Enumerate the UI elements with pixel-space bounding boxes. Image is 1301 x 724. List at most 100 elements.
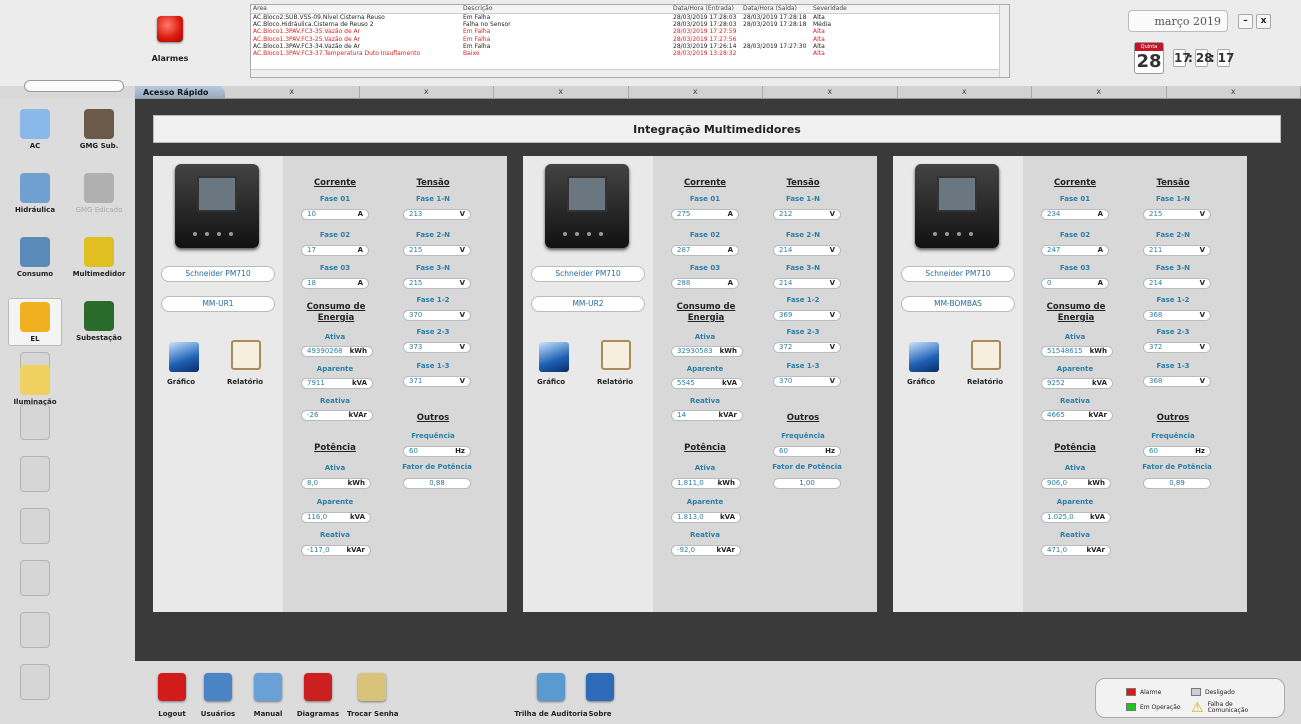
meter-buttons xyxy=(563,232,603,236)
bottom-button-0[interactable]: Logout xyxy=(147,673,197,718)
report-icon[interactable] xyxy=(231,340,261,370)
col-exit-time[interactable]: Data/Hora (Saída) xyxy=(741,5,811,13)
unit: A xyxy=(1097,279,1103,287)
tab-close[interactable]: x xyxy=(494,86,629,98)
tab-close[interactable]: x xyxy=(225,86,360,98)
unit: kVA xyxy=(351,379,367,387)
alarm-hscrollbar[interactable] xyxy=(251,69,999,77)
voltage-field: 370 V xyxy=(773,376,841,387)
current-field: 275 A xyxy=(671,209,739,220)
chart-icon[interactable] xyxy=(169,342,199,372)
month-display: março 2019 xyxy=(1128,10,1228,32)
sidebar-item-label: EL xyxy=(30,335,40,343)
tab-close[interactable]: x xyxy=(629,86,763,98)
empty-slot xyxy=(20,612,50,648)
report-icon[interactable] xyxy=(971,340,1001,370)
alarm-row[interactable]: AC.Bloco2.SUB.VSS-09.Nível Cisterna Reus… xyxy=(251,14,1009,21)
col-severity[interactable]: Severidade xyxy=(811,5,991,13)
clock-hours: 17 xyxy=(1173,49,1191,67)
report-button-label[interactable]: Relatório xyxy=(967,378,1003,386)
alarm-cell-out: 28/03/2019 17:28:18 xyxy=(743,21,807,29)
sidebar-item-6[interactable]: EL xyxy=(8,298,62,346)
meter-button-dot xyxy=(933,232,937,236)
alarm-cell-desc: Em Falha xyxy=(463,14,491,21)
voltage-header: Tensão xyxy=(416,178,450,188)
unit: V xyxy=(1199,246,1205,254)
energy-apparent-label: Aparente xyxy=(686,365,724,373)
snowflake-icon xyxy=(20,109,50,139)
sidebar-item-4[interactable]: Consumo xyxy=(8,234,62,282)
audit-clock-icon xyxy=(537,673,565,701)
user-field[interactable] xyxy=(24,80,124,92)
unit: V xyxy=(459,279,465,287)
sidebar-item-5[interactable]: Multimedidor xyxy=(72,234,126,282)
tab-close[interactable]: x xyxy=(898,86,1032,98)
col-entry-time[interactable]: Data/Hora (Entrada) xyxy=(671,5,741,13)
alarm-row[interactable]: AC.Bloco1.3PAV.FC3-25.Vazão de Ar Em Falh… xyxy=(251,36,1009,43)
bottom-button-6[interactable]: Sobre xyxy=(575,673,625,718)
sidebar-item-7[interactable]: Subestação xyxy=(72,298,126,346)
bottom-button-2[interactable]: Manual xyxy=(243,673,293,718)
meter-model: Schneider PM710 xyxy=(161,266,275,282)
alarm-row[interactable]: AC.Bloco1.3PAV.FC3-34.Vazão de Ar Em Falh… xyxy=(251,43,1009,50)
col-area[interactable]: Área xyxy=(251,5,461,13)
power-reactive-label: Reativa xyxy=(320,531,350,539)
energy-reactive-field: -26 kVAr xyxy=(301,410,373,421)
alarm-cell-sev: Alta xyxy=(813,49,825,57)
minimize-button[interactable]: – xyxy=(1238,14,1253,29)
tab-close[interactable]: x xyxy=(763,86,898,98)
report-icon[interactable] xyxy=(601,340,631,370)
alarm-cell-out: 28/03/2019 17:28:18 xyxy=(743,14,807,21)
voltage-field: 214 V xyxy=(773,278,841,289)
sidebar-item-8[interactable]: Iluminação xyxy=(8,362,62,410)
unit: V xyxy=(1199,343,1205,351)
voltage-field: 373 V xyxy=(403,342,471,353)
tab-close[interactable]: x xyxy=(360,86,494,98)
voltage-field: 213 V xyxy=(403,209,471,220)
unit: A xyxy=(1097,246,1103,254)
alarm-cell-sev: Alta xyxy=(813,35,825,43)
power-factor-label: Fator de Potência xyxy=(772,463,842,471)
sidebar-item-3[interactable]: GMG Edicado xyxy=(72,170,126,218)
alarm-table[interactable]: Área Descrição Data/Hora (Entrada) Data/… xyxy=(250,4,1010,78)
tab-close[interactable]: x xyxy=(1167,86,1301,98)
bottom-button-3[interactable]: Diagramas xyxy=(293,673,343,718)
lightning-icon xyxy=(20,302,50,332)
value: 17 xyxy=(307,246,316,254)
sidebar-item-2[interactable]: Hidráulica xyxy=(8,170,62,218)
unit: kVAr xyxy=(348,411,367,419)
value: 5545 xyxy=(677,379,695,387)
off-swatch xyxy=(1191,688,1201,696)
sidebar-item-1[interactable]: GMG Sub. xyxy=(72,106,126,154)
unit: A xyxy=(727,246,733,254)
tab-quick-access[interactable]: Acesso Rápido xyxy=(135,86,225,98)
alarm-row[interactable]: AC.Bloco1.3PAV.FC3-37.Temperatura Duto I… xyxy=(251,50,1009,57)
power-apparent-field: 1.813,0 kVA xyxy=(671,512,741,523)
bottom-button-4[interactable]: Trocar Senha xyxy=(347,673,399,718)
value: 214 xyxy=(779,279,793,287)
unit: A xyxy=(727,210,733,218)
unit: Hz xyxy=(825,447,835,455)
chart-icon[interactable] xyxy=(539,342,569,372)
sidebar-item-0[interactable]: AC xyxy=(8,106,62,154)
chart-button-label[interactable]: Gráfico xyxy=(167,378,195,386)
alarms-button[interactable]: Alarmes xyxy=(150,16,190,76)
close-button[interactable]: x xyxy=(1256,14,1271,29)
chart-button-label[interactable]: Gráfico xyxy=(907,378,935,386)
alarm-vscrollbar[interactable] xyxy=(999,5,1009,77)
unit: A xyxy=(357,279,363,287)
bottom-button-1[interactable]: Usuários xyxy=(193,673,243,718)
current-field: 247 A xyxy=(1041,245,1109,256)
chart-icon[interactable] xyxy=(909,342,939,372)
value: 1.811,0 xyxy=(677,479,704,487)
report-button-label[interactable]: Relatório xyxy=(597,378,633,386)
chart-button-label[interactable]: Gráfico xyxy=(537,378,565,386)
energy-reactive-field: 14 kVAr xyxy=(671,410,743,421)
alarm-row[interactable]: AC.Bloco.Hidráulica.Cisterna de Reuso 2 F… xyxy=(251,21,1009,28)
col-description[interactable]: Descrição xyxy=(461,5,671,13)
sidebar-item-label: Hidráulica xyxy=(14,206,56,214)
tab-close[interactable]: x xyxy=(1032,86,1167,98)
alarm-row[interactable]: AC.Bloco1.3PAV.FC3-35.Vazão de Ar Em Falh… xyxy=(251,28,1009,35)
report-button-label[interactable]: Relatório xyxy=(227,378,263,386)
voltage-label: Fase 2-3 xyxy=(416,328,450,336)
